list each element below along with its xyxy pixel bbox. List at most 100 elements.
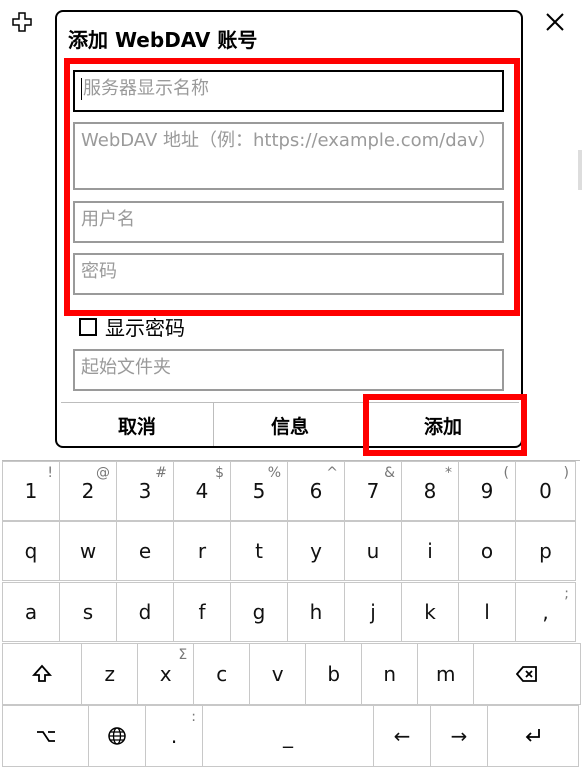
key-g[interactable]: g xyxy=(230,582,288,642)
key-r[interactable]: r xyxy=(173,521,231,581)
key-v[interactable]: v xyxy=(249,643,307,705)
key-0-label: 0 xyxy=(539,479,552,503)
key-t[interactable]: t xyxy=(230,521,288,581)
keyboard-row-numbers: 1! 2 @3 #4 $5% 6 ^ 7 & 8 * 9(0) xyxy=(2,461,580,521)
key-0-sublabel: ) xyxy=(563,465,569,481)
key-k[interactable]: k xyxy=(401,582,459,642)
key-a[interactable]: a xyxy=(2,582,60,642)
key-p-label: p xyxy=(539,539,552,563)
key-8[interactable]: 8 * xyxy=(401,461,459,521)
server-name-input[interactable]: 服务器显示名称 xyxy=(73,70,504,112)
shift-key[interactable] xyxy=(2,643,83,705)
left-arrow-key[interactable]: ← xyxy=(373,705,431,767)
username-input[interactable]: 用户名 xyxy=(73,201,504,243)
dialog-button-row: 取消 信息 添加 xyxy=(61,402,519,446)
right-arrow-label: → xyxy=(450,724,468,748)
start-folder-input[interactable]: 起始文件夹 xyxy=(73,349,504,391)
backspace-icon xyxy=(516,666,537,682)
key-5-label: 5 xyxy=(252,479,266,503)
key-i-label: i xyxy=(427,539,433,563)
key-f[interactable]: f xyxy=(173,582,231,642)
key-n-label: n xyxy=(383,662,397,686)
key-m[interactable]: m xyxy=(417,643,475,705)
show-password-label: 显示密码 xyxy=(105,316,185,340)
screen: 添加 WebDAV 账号 服务器显示名称 WebDAV 地址（例：https:/… xyxy=(0,0,582,767)
key-7-label: 7 xyxy=(366,479,380,503)
key-9[interactable]: 9( xyxy=(458,461,516,521)
key-e-label: e xyxy=(138,539,152,563)
key-j[interactable]: j xyxy=(344,582,402,642)
close-icon[interactable] xyxy=(543,10,567,34)
on-screen-keyboard: 1! 2 @3 #4 $5% 6 ^ 7 & 8 * 9(0) qwertyuiop asdfghjk… xyxy=(2,460,581,767)
key-d[interactable]: d xyxy=(116,582,174,642)
key-s-label: s xyxy=(82,600,94,624)
key-4[interactable]: 4 $ xyxy=(173,461,231,521)
key-k-label: k xyxy=(424,600,436,624)
key-h-label: h xyxy=(309,600,323,624)
key-7[interactable]: 7 & xyxy=(344,461,402,521)
key-1[interactable]: 1! xyxy=(2,461,60,521)
space-key[interactable]: _ xyxy=(202,705,374,767)
add-button[interactable]: 添加 xyxy=(366,403,519,446)
key-p[interactable]: p xyxy=(515,521,576,581)
key-0[interactable]: 0) xyxy=(515,461,576,521)
key-u-label: u xyxy=(366,539,380,563)
key-comma-sublabel: ; xyxy=(564,586,569,602)
key-f-label: f xyxy=(198,600,206,624)
key-m-label: m xyxy=(435,662,456,686)
key-2[interactable]: 2 @ xyxy=(59,461,117,521)
password-input[interactable]: 密码 xyxy=(73,253,504,295)
key-6-sublabel: ^ xyxy=(326,465,338,481)
colon-sublabel: : xyxy=(191,709,196,725)
key-8-sublabel: * xyxy=(445,465,452,481)
enter-key[interactable] xyxy=(487,705,579,767)
key-y[interactable]: y xyxy=(287,521,345,581)
key-o-label: o xyxy=(480,539,494,563)
key-3-sublabel: # xyxy=(155,465,167,481)
key-1-label: 1 xyxy=(24,479,38,503)
start-folder-placeholder: 起始文件夹 xyxy=(81,357,171,378)
period-key[interactable]: . : xyxy=(145,705,203,767)
globe-icon xyxy=(108,727,126,745)
webdav-url-input[interactable]: WebDAV 地址（例：https://example.com/dav） xyxy=(73,122,504,190)
key-q[interactable]: q xyxy=(2,521,60,581)
show-password-option[interactable]: 显示密码 xyxy=(79,312,185,341)
key-9-sublabel: ( xyxy=(503,465,509,481)
webdav-url-placeholder: WebDAV 地址（例：https://example.com/dav） xyxy=(81,130,497,151)
cancel-button[interactable]: 取消 xyxy=(61,403,213,446)
key-d-label: d xyxy=(138,600,152,624)
key-h[interactable]: h xyxy=(287,582,345,642)
key-o[interactable]: o xyxy=(458,521,516,581)
key-u[interactable]: u xyxy=(344,521,402,581)
key-5[interactable]: 5% xyxy=(230,461,288,521)
key-x[interactable]: xΣ xyxy=(137,643,195,705)
key-comma[interactable]: ,; xyxy=(515,582,576,642)
key-n[interactable]: n xyxy=(361,643,419,705)
symbols-key[interactable] xyxy=(2,705,89,767)
enter-icon xyxy=(525,729,540,742)
key-6[interactable]: 6 ^ xyxy=(287,461,345,521)
show-password-checkbox[interactable] xyxy=(79,317,97,336)
key-4-sublabel: $ xyxy=(215,465,224,481)
key-b[interactable]: b xyxy=(305,643,363,705)
period-label: . xyxy=(170,724,178,748)
key-c-label: c xyxy=(216,662,228,686)
keyboard-row-bottom: . : _ ← → xyxy=(2,705,580,767)
key-l[interactable]: l xyxy=(458,582,516,642)
key-s[interactable]: s xyxy=(59,582,117,642)
add-webdav-dialog: 添加 WebDAV 账号 服务器显示名称 WebDAV 地址（例：https:/… xyxy=(55,10,523,448)
key-w[interactable]: w xyxy=(59,521,117,581)
key-2-sublabel: @ xyxy=(96,465,110,481)
key-z[interactable]: z xyxy=(81,643,139,705)
key-l-label: l xyxy=(484,600,490,624)
info-button[interactable]: 信息 xyxy=(213,403,366,446)
server-name-placeholder: 服务器显示名称 xyxy=(83,78,209,99)
add-icon[interactable] xyxy=(12,12,32,32)
key-e[interactable]: e xyxy=(116,521,174,581)
language-key[interactable] xyxy=(88,705,146,767)
backspace-key[interactable] xyxy=(473,643,581,705)
key-c[interactable]: c xyxy=(193,643,251,705)
key-3[interactable]: 3 # xyxy=(116,461,174,521)
right-arrow-key[interactable]: → xyxy=(430,705,488,767)
key-i[interactable]: i xyxy=(401,521,459,581)
